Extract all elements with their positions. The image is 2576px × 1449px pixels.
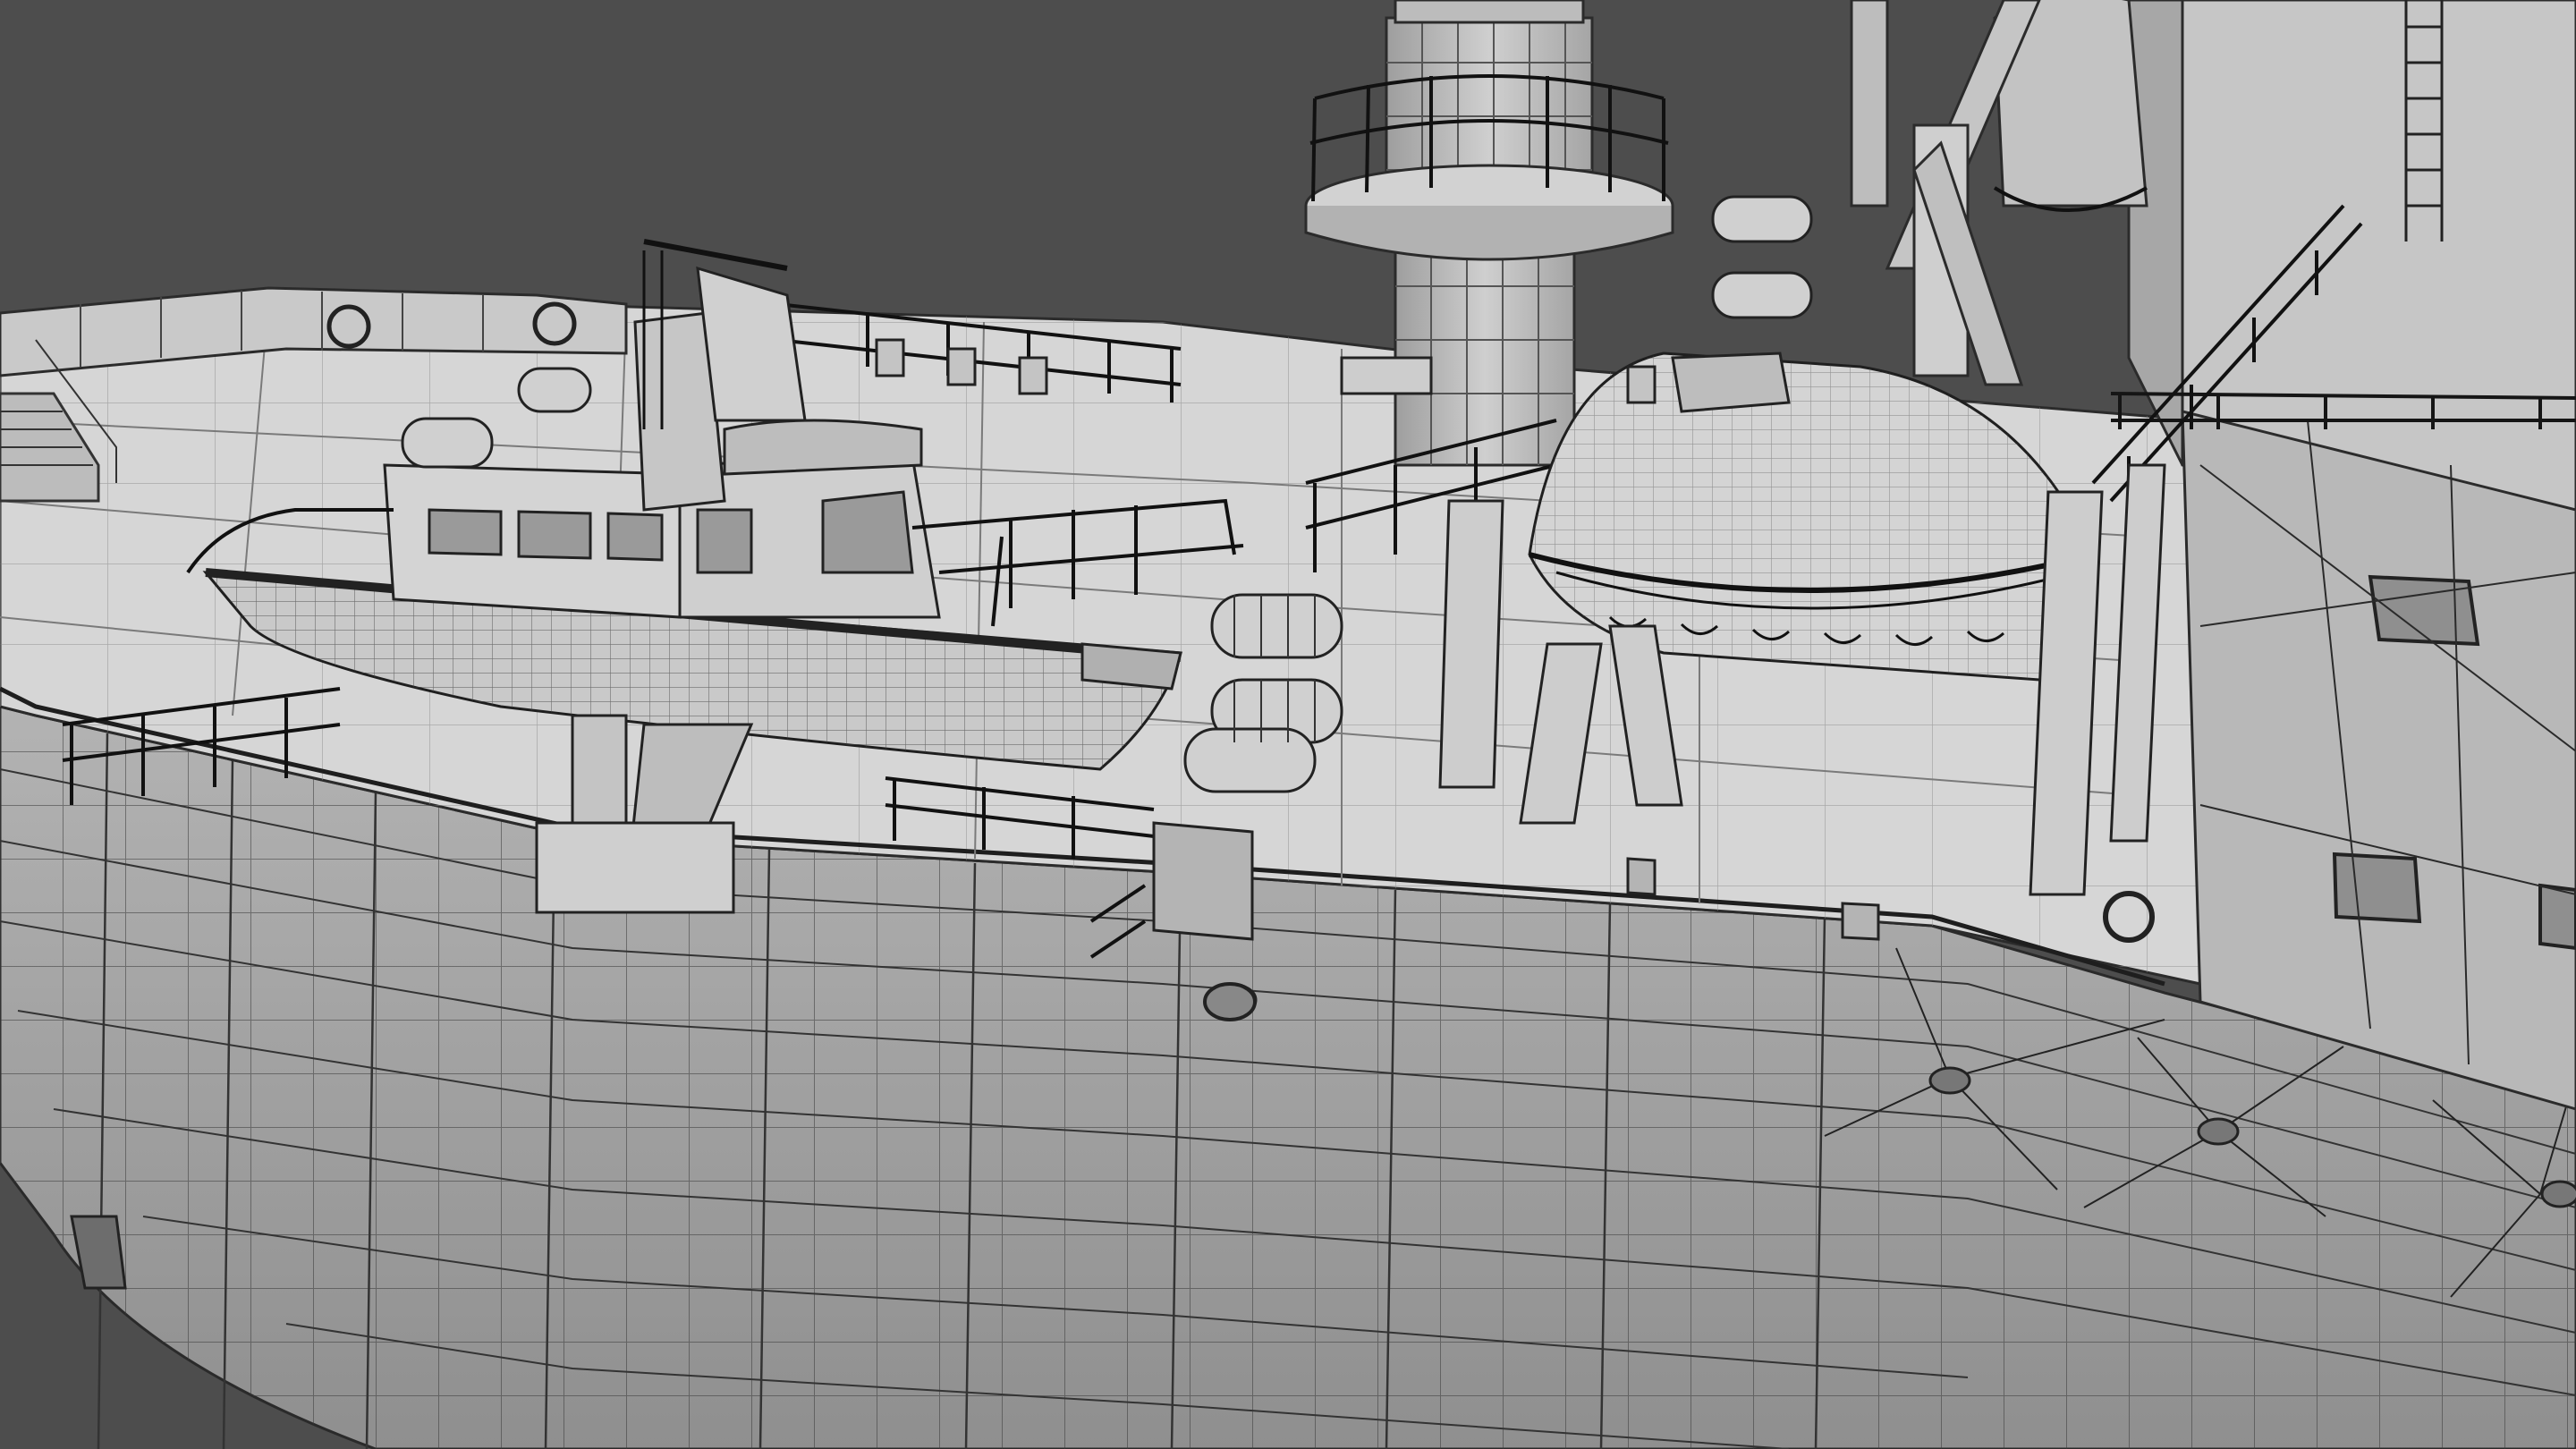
porthole [1203, 982, 1257, 1021]
ship-wireframe-render [0, 0, 2576, 1449]
3d-viewport[interactable] [0, 0, 2576, 1449]
